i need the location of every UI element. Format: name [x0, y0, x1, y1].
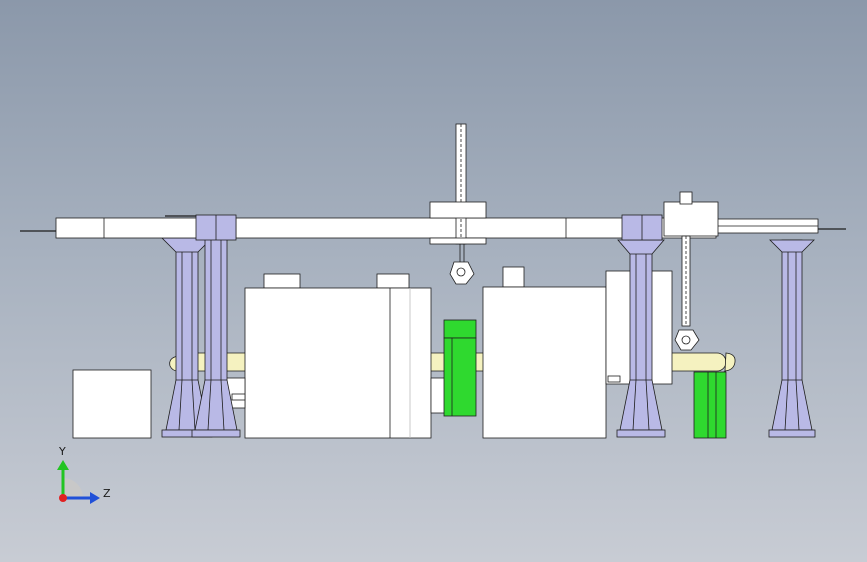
gantry-assembly-drawing: Y Z	[20, 123, 846, 504]
z-arrow-head	[90, 492, 100, 504]
y-arrow-head	[57, 460, 69, 470]
z-axis-label: Z	[103, 487, 111, 500]
x-axis-origin	[59, 494, 67, 502]
coordinate-triad: Y Z	[57, 445, 111, 504]
left-cabinet	[72, 369, 152, 439]
gantry-beam	[20, 214, 846, 241]
vertical-axis-1	[429, 123, 487, 285]
y-axis-label: Y	[58, 445, 66, 458]
green-fixture-2	[693, 371, 727, 439]
machine-cabinet-1	[224, 273, 450, 439]
triad-quadrant	[63, 478, 83, 498]
support-column-4	[768, 239, 816, 438]
green-fixture-1	[443, 319, 477, 417]
cad-viewport[interactable]: Y Z	[0, 0, 867, 562]
support-column-2	[191, 237, 241, 438]
